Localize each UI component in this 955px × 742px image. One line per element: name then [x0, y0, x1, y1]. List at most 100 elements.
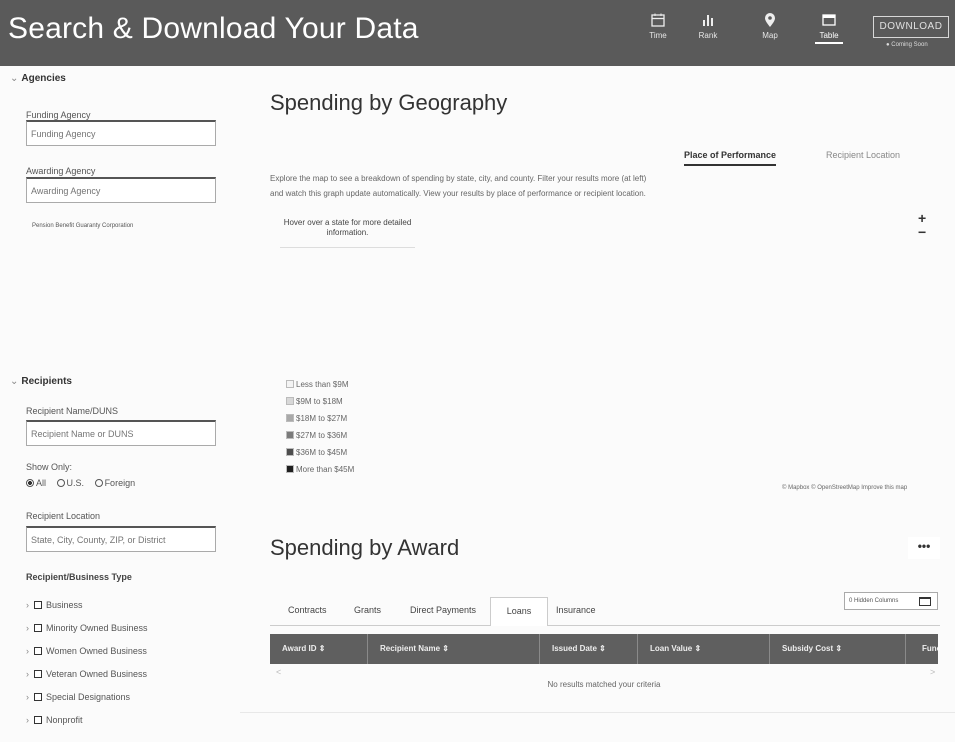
radio-foreign-label: Foreign	[104, 478, 136, 488]
scroll-right-arrow[interactable]: >	[930, 667, 935, 677]
recipients-heading: Recipients	[21, 376, 72, 387]
view-rank-button[interactable]: Rank	[678, 12, 738, 52]
view-map-button[interactable]: Map	[740, 12, 800, 52]
business-type-label-text: Women Owned Business	[46, 646, 147, 656]
business-type-item[interactable]: › Veteran Owned Business	[26, 669, 147, 679]
column-header-subsidy-cost[interactable]: Subsidy Cost ⇕	[770, 634, 906, 664]
more-options-button[interactable]: •••	[908, 537, 940, 559]
legend-swatch	[286, 397, 294, 405]
legend-swatch	[286, 448, 294, 456]
radio-empty-icon	[94, 479, 103, 487]
radio-empty-icon	[56, 479, 65, 487]
checkbox-icon[interactable]	[34, 670, 42, 678]
business-type-item[interactable]: › Special Designations	[26, 692, 130, 702]
legend-label: $18M to $27M	[296, 414, 348, 423]
section-divider	[240, 712, 955, 713]
business-type-label-text: Business	[46, 600, 83, 610]
tab-place-of-performance[interactable]: Place of Performance	[684, 150, 777, 166]
tab-insurance[interactable]: Insurance	[556, 605, 596, 615]
map-hover-hint: Hover over a state for more detailed inf…	[280, 210, 415, 248]
checkbox-icon[interactable]	[34, 624, 42, 632]
recipient-location-label: Recipient Location	[26, 511, 101, 521]
awarding-agency-input[interactable]	[26, 177, 216, 203]
legend-item: $36M to $45M	[286, 448, 354, 465]
empty-table-message: No results matched your criteria	[547, 680, 661, 689]
checkbox-icon[interactable]	[34, 601, 42, 609]
legend-item: More than $45M	[286, 465, 354, 482]
column-header-recipient-name[interactable]: Recipient Name ⇕	[368, 634, 540, 664]
zoom-out-button[interactable]: −	[918, 224, 926, 240]
map-attribution[interactable]: © Mapbox © OpenStreetMap Improve this ma…	[782, 485, 907, 491]
column-header-award-id[interactable]: Award ID ⇕	[270, 634, 368, 664]
funding-agency-label: Funding Agency	[26, 110, 91, 120]
business-type-label-text: Minority Owned Business	[46, 623, 148, 633]
checkbox-icon[interactable]	[34, 716, 42, 724]
map-legend: Less than $9M $9M to $18M $18M to $27M $…	[286, 380, 354, 482]
tabs-divider	[270, 625, 940, 626]
business-type-item[interactable]: › Minority Owned Business	[26, 623, 148, 633]
table-icon	[822, 14, 836, 26]
view-table-button[interactable]: Table	[799, 12, 859, 52]
hidden-columns-button[interactable]: 0 Hidden Columns	[844, 592, 938, 610]
legend-item: $9M to $18M	[286, 397, 354, 414]
legend-swatch	[286, 465, 294, 473]
column-title: Recipient Name	[380, 644, 441, 653]
chevron-right-icon: ›	[26, 646, 29, 656]
header-bar: Search & Download Your Data Time Rank Ma…	[0, 0, 955, 66]
info-icon: ●	[886, 42, 890, 48]
geography-description: Explore the map to see a breakdown of sp…	[270, 174, 647, 198]
radio-us-label: U.S.	[66, 478, 85, 488]
radio-us[interactable]: U.S.	[56, 478, 89, 488]
calendar-icon	[651, 13, 665, 27]
tab-direct-payments[interactable]: Direct Payments	[410, 605, 476, 615]
download-button[interactable]: DOWNLOAD	[873, 16, 949, 38]
tab-loans[interactable]: Loans	[490, 597, 548, 626]
tab-recipient-location[interactable]: Recipient Location	[826, 150, 900, 164]
agencies-toggle[interactable]: ⌄ Agencies	[10, 73, 66, 84]
funding-agency-input[interactable]	[26, 120, 216, 146]
scroll-left-arrow[interactable]: <	[276, 667, 281, 677]
recipient-location-input[interactable]	[26, 526, 216, 552]
hidden-columns-label: 0 Hidden Columns	[849, 598, 899, 604]
chevron-down-icon: ⌄	[10, 73, 19, 84]
sort-icon: ⇕	[599, 644, 606, 653]
sort-icon: ⇕	[835, 644, 843, 653]
legend-label: Less than $9M	[296, 380, 349, 389]
chevron-right-icon: ›	[26, 692, 29, 702]
column-header-issued-date[interactable]: Issued Date ⇕	[540, 634, 638, 664]
geography-title: Spending by Geography	[270, 90, 508, 115]
coming-soon-note: ● Coming Soon	[886, 42, 928, 48]
awarding-agency-label: Awarding Agency	[26, 166, 96, 176]
business-type-label-text: Veteran Owned Business	[46, 669, 148, 679]
radio-selected-icon	[26, 479, 34, 487]
column-title: Loan Value	[650, 644, 693, 653]
columns-icon	[919, 597, 931, 606]
business-type-item[interactable]: › Business	[26, 600, 83, 610]
selected-agency-item[interactable]: Pension Benefit Guaranty Corporation	[32, 223, 133, 229]
sort-icon: ⇕	[318, 644, 326, 653]
page-title: Search & Download Your Data	[8, 12, 419, 45]
legend-swatch	[286, 431, 294, 439]
radio-foreign[interactable]: Foreign	[94, 478, 140, 488]
business-type-item[interactable]: › Nonprofit	[26, 715, 83, 725]
column-title: Subsidy Cost	[782, 644, 834, 653]
legend-label: More than $45M	[296, 465, 355, 474]
selected-agency-list: Pension Benefit Guaranty Corporation	[26, 215, 236, 345]
column-header-funding[interactable]: Func	[906, 634, 938, 664]
radio-all[interactable]: All	[26, 478, 50, 488]
business-type-label-text: Nonprofit	[46, 715, 83, 725]
recipients-toggle[interactable]: ⌄ Recipients	[10, 376, 72, 387]
checkbox-icon[interactable]	[34, 647, 42, 655]
chevron-right-icon: ›	[26, 600, 29, 610]
tab-grants[interactable]: Grants	[354, 605, 381, 615]
tab-contracts[interactable]: Contracts	[288, 605, 327, 615]
sort-icon: ⇕	[442, 644, 449, 653]
checkbox-icon[interactable]	[34, 693, 42, 701]
business-type-item[interactable]: › Women Owned Business	[26, 646, 147, 656]
show-only-radio-group: All U.S. Foreign	[26, 478, 143, 488]
bar-chart-icon	[703, 15, 713, 26]
recipient-name-input[interactable]	[26, 420, 216, 446]
legend-item: Less than $9M	[286, 380, 354, 397]
legend-label: $9M to $18M	[296, 397, 343, 406]
column-header-loan-value[interactable]: Loan Value ⇕	[638, 634, 770, 664]
